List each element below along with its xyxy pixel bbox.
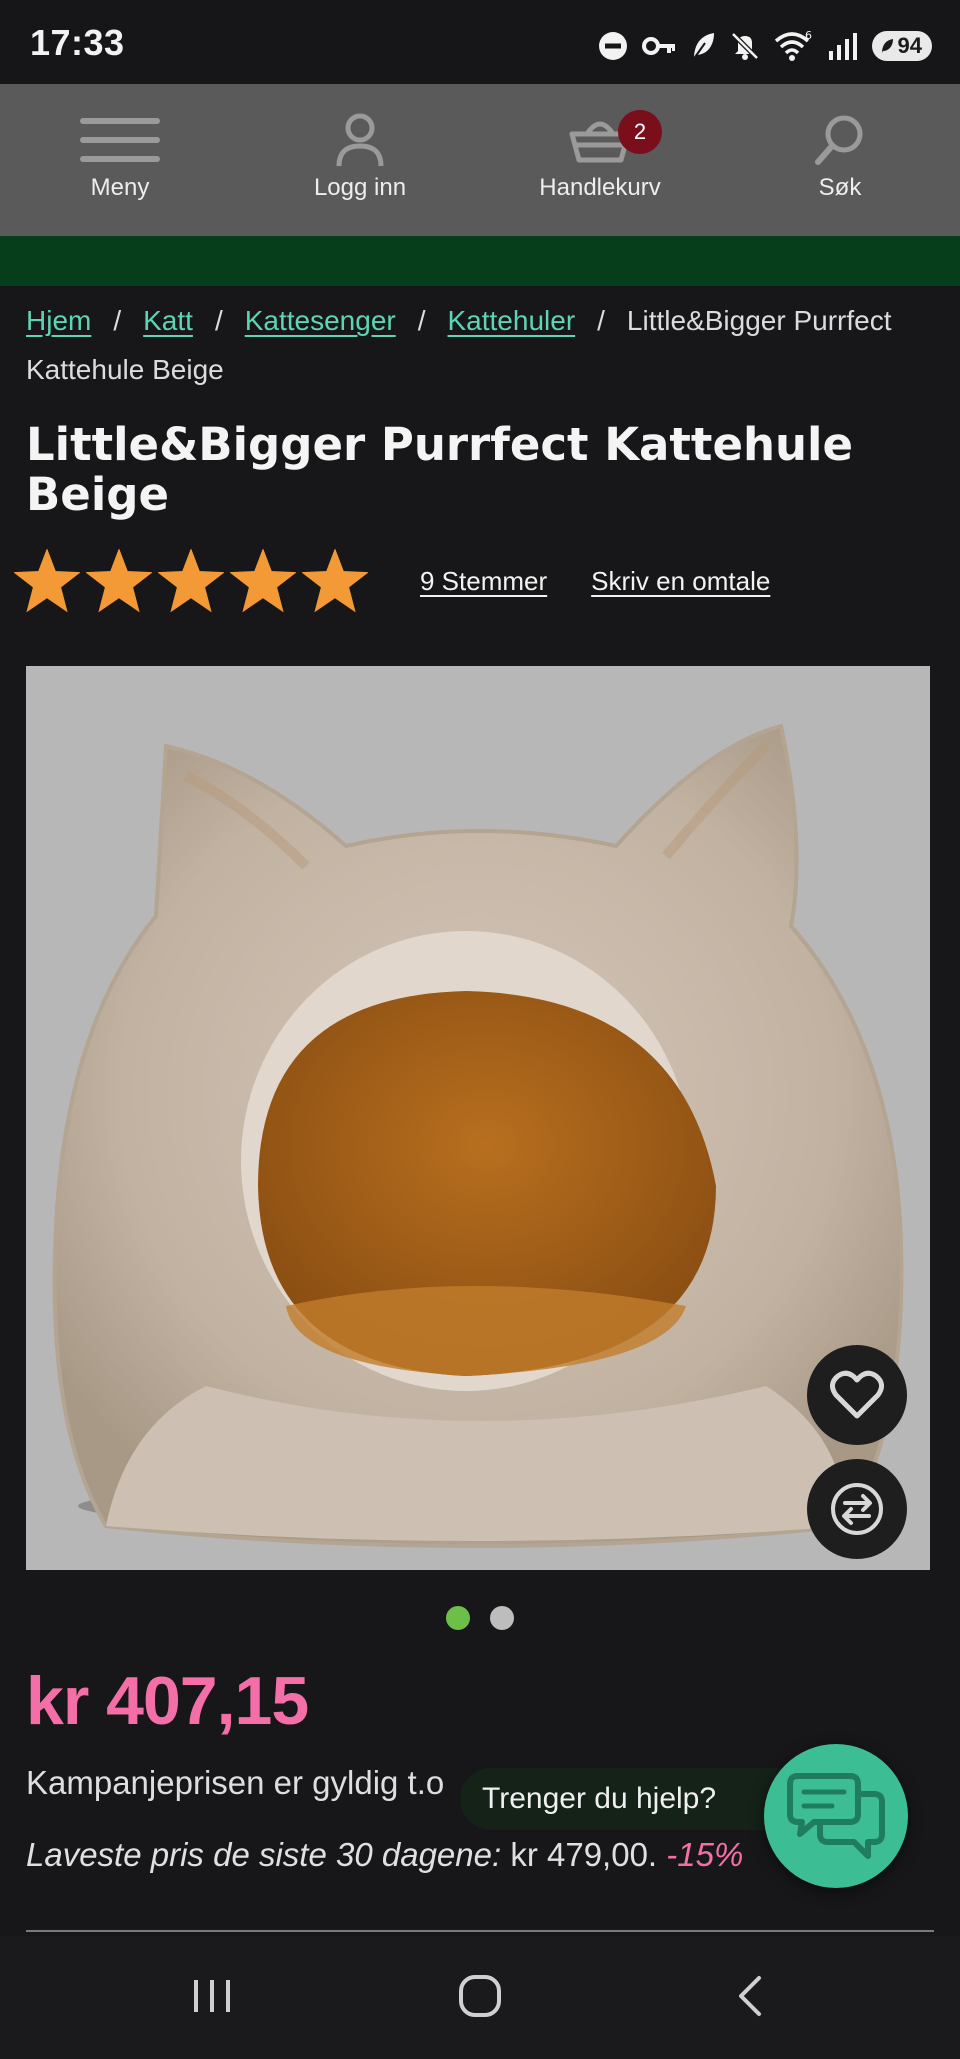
- heart-icon: [830, 1370, 884, 1419]
- breadcrumb-separator: /: [113, 305, 122, 336]
- menu-button[interactable]: Meny: [0, 84, 240, 236]
- chat-button[interactable]: [764, 1744, 908, 1888]
- discount-percent: -15%: [666, 1836, 744, 1873]
- search-icon: [815, 115, 863, 165]
- lowest-price-value: kr 479,00.: [510, 1836, 658, 1873]
- home-icon: [459, 1975, 501, 2017]
- svg-text:6: 6: [805, 30, 812, 42]
- search-label: Søk: [818, 174, 862, 201]
- back-icon: [739, 1976, 761, 2016]
- section-divider: [26, 1930, 934, 1932]
- breadcrumb-link-cat[interactable]: Katt: [143, 305, 193, 336]
- back-button[interactable]: [710, 1966, 790, 2026]
- star-icon: [86, 549, 152, 613]
- breadcrumb-separator: /: [597, 305, 605, 336]
- favorite-button[interactable]: [807, 1345, 907, 1445]
- user-icon: [336, 113, 384, 167]
- battery-level: 94: [897, 33, 922, 58]
- leaf-icon: [691, 33, 714, 61]
- hamburger-menu-icon: [80, 118, 160, 162]
- compare-button[interactable]: [807, 1459, 907, 1559]
- status-time: 17:33: [30, 22, 125, 63]
- status-icons: 6 94: [598, 26, 932, 66]
- lowest-price-label: Laveste pris de siste 30 dagene:: [26, 1836, 502, 1873]
- login-label: Logg inn: [313, 174, 407, 201]
- home-button[interactable]: [440, 1966, 520, 2026]
- breadcrumb-link-cat-beds[interactable]: Kattesenger: [245, 305, 396, 336]
- campaign-validity-text: Kampanjeprisen er gyldig t.o: [26, 1764, 445, 1801]
- product-rating: 9 Stemmer Skriv en omtale: [14, 546, 770, 616]
- vpn-key-icon: [641, 37, 675, 55]
- product-image[interactable]: [26, 666, 930, 1570]
- recent-apps-button[interactable]: [172, 1966, 252, 2026]
- star-icon: [302, 549, 368, 613]
- cart-button[interactable]: 2 Handlekurv: [480, 84, 720, 236]
- cart-count-badge: 2: [618, 110, 662, 154]
- product-price: kr 407,15: [26, 1663, 309, 1739]
- signal-icon: [828, 33, 857, 60]
- breadcrumb: Hjem / Katt / Kattesenger / Kattehuler / Little&…: [26, 296, 926, 394]
- search-button[interactable]: Søk: [720, 84, 960, 236]
- star-rating: [14, 549, 368, 613]
- votes-link[interactable]: 9 Stemmer: [420, 566, 547, 597]
- carousel-dot[interactable]: [446, 1606, 470, 1630]
- recent-apps-icon: [194, 1980, 230, 2012]
- cart-label: Handlekurv: [539, 174, 661, 201]
- star-icon: [230, 549, 296, 613]
- image-carousel-dots: [0, 1606, 960, 1630]
- breadcrumb-link-home[interactable]: Hjem: [26, 305, 91, 336]
- compare-arrows-icon: [831, 1483, 883, 1535]
- star-icon: [158, 549, 224, 613]
- breadcrumb-separator: /: [214, 305, 223, 336]
- menu-label: Meny: [90, 174, 150, 201]
- status-bar: 17:33 6 94: [0, 0, 960, 84]
- mute-icon: [730, 32, 759, 60]
- promo-banner-strip: [0, 236, 960, 286]
- lowest-price-info: Laveste pris de siste 30 dagene: kr 479,…: [26, 1836, 743, 1874]
- do-not-disturb-icon: [598, 32, 627, 60]
- battery-indicator: 94: [871, 31, 932, 61]
- cat-cave-bed-image: [26, 666, 930, 1570]
- chat-bubbles-icon: [787, 1773, 885, 1859]
- star-icon: [14, 549, 80, 613]
- carousel-dot[interactable]: [490, 1606, 514, 1630]
- system-navigation-bar: [0, 1936, 960, 2059]
- wifi-icon: 6: [774, 30, 812, 61]
- battery-saver-leaf-icon: [881, 39, 893, 53]
- breadcrumb-separator: /: [417, 305, 426, 336]
- top-navigation: Meny Logg inn 2 Handlekurv Søk: [0, 84, 960, 236]
- help-prompt[interactable]: Trenger du hjelp?: [460, 1768, 790, 1830]
- breadcrumb-link-cat-caves[interactable]: Kattehuler: [448, 305, 576, 336]
- product-title: Little&Bigger Purrfect Kattehule Beige: [26, 418, 853, 521]
- write-review-link[interactable]: Skriv en omtale: [591, 566, 770, 597]
- login-button[interactable]: Logg inn: [240, 84, 480, 236]
